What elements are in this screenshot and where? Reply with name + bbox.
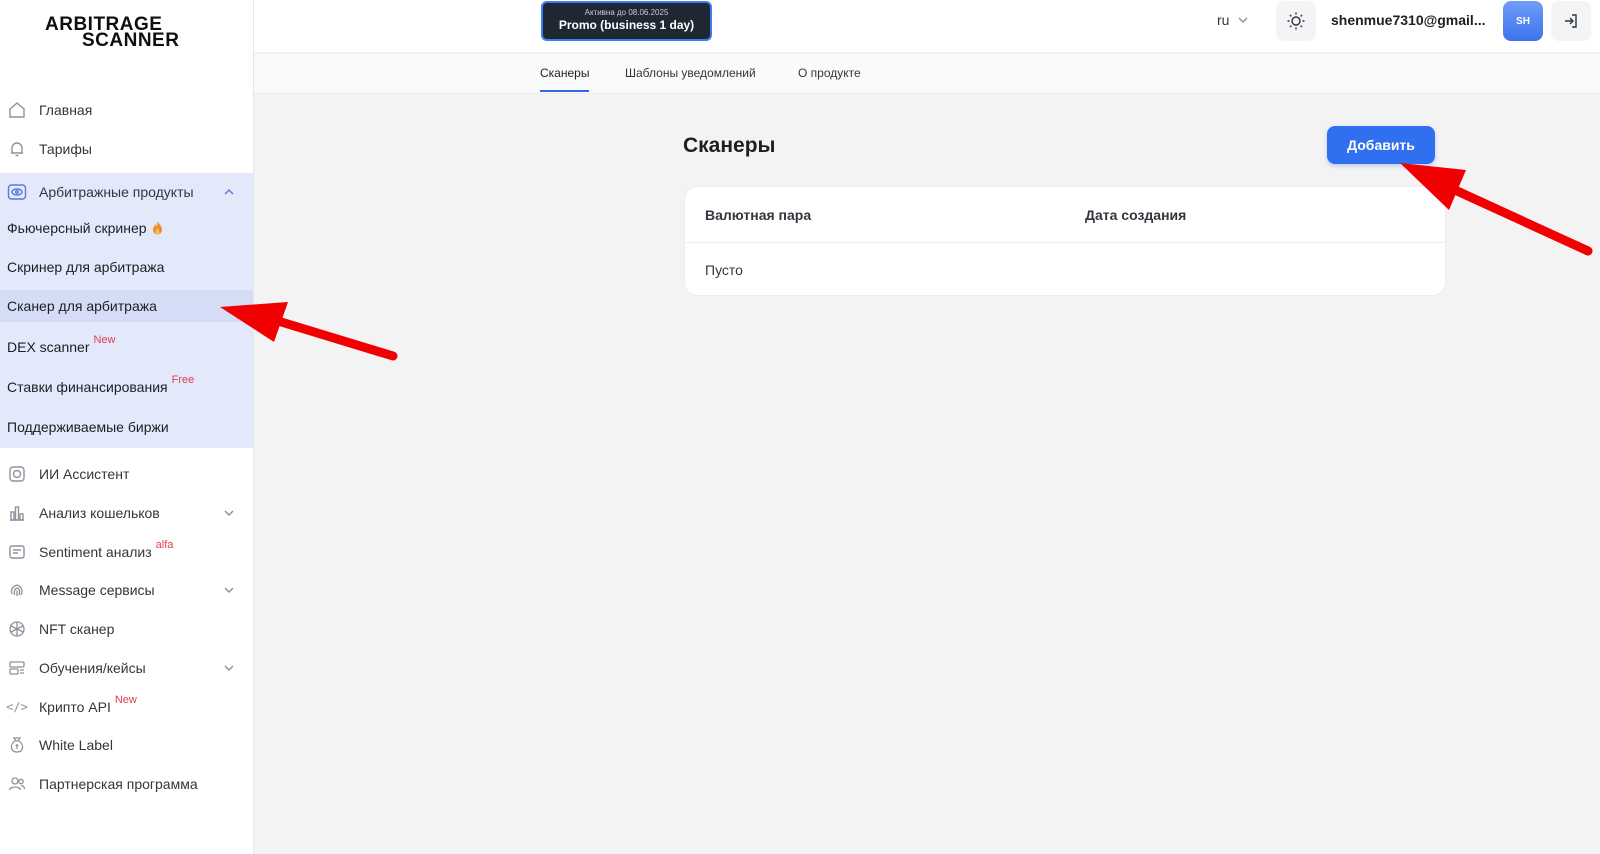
logo-line2: SCANNER bbox=[82, 30, 180, 51]
users-icon bbox=[7, 774, 27, 794]
divider bbox=[685, 242, 1445, 243]
sub-item-label: Сканер для арбитража bbox=[7, 298, 157, 314]
sidebar-item-label: Sentiment анализ bbox=[39, 544, 152, 560]
sidebar-item-wallet-analysis[interactable]: Анализ кошельков bbox=[0, 494, 253, 532]
page-title: Сканеры bbox=[683, 134, 776, 157]
sentiment-icon bbox=[7, 542, 27, 562]
bell-icon bbox=[7, 139, 27, 159]
logout-button[interactable] bbox=[1551, 1, 1591, 41]
promo-expiry: Активна до 08.06.2025 bbox=[584, 8, 669, 17]
sidebar-item-label: Message сервисы bbox=[39, 582, 155, 598]
language-value: ru bbox=[1217, 12, 1230, 28]
sun-icon bbox=[1287, 12, 1305, 30]
sub-item-label: Ставки финансирования bbox=[7, 379, 168, 395]
theme-toggle-button[interactable] bbox=[1276, 1, 1316, 41]
scanners-table: Валютная пара Дата создания Пусто bbox=[684, 186, 1446, 296]
new-badge: New bbox=[114, 694, 137, 706]
user-email[interactable]: shenmue7310@gmail... bbox=[1331, 12, 1486, 28]
column-header-created-date: Дата создания bbox=[1085, 207, 1187, 223]
sidebar-item-label: Крипто API bbox=[39, 699, 111, 715]
sidebar-item-label: ИИ Ассистент bbox=[39, 466, 130, 482]
money-bag-icon bbox=[7, 735, 27, 755]
layout-icon bbox=[7, 658, 27, 678]
sidebar-item-learning[interactable]: Обучения/кейсы bbox=[0, 649, 253, 687]
sub-item-futures-screener[interactable]: Фьючерсный скринер bbox=[0, 212, 253, 244]
sidebar-item-message-services[interactable]: Message сервисы bbox=[0, 571, 253, 609]
column-header-currency-pair: Валютная пара bbox=[705, 207, 812, 223]
sidebar-item-partner-program[interactable]: Партнерская программа bbox=[0, 765, 253, 803]
home-icon bbox=[7, 100, 27, 120]
language-select[interactable]: ru bbox=[1217, 12, 1249, 28]
sidebar-item-crypto-api[interactable]: </> Крипто API New bbox=[0, 688, 253, 726]
sidebar-item-white-label[interactable]: White Label bbox=[0, 726, 253, 764]
sidebar-item-label: Партнерская программа bbox=[39, 776, 198, 792]
sidebar-item-sentiment[interactable]: Sentiment анализ alfa bbox=[0, 533, 253, 571]
sub-item-label: Фьючерсный скринер bbox=[7, 220, 147, 236]
chevron-down-icon bbox=[1238, 17, 1248, 24]
sub-item-dex-scanner[interactable]: DEX scanner New bbox=[0, 331, 253, 363]
add-button[interactable]: Добавить bbox=[1327, 126, 1435, 164]
sub-item-arbitrage-scanner[interactable]: Сканер для арбитража bbox=[0, 290, 253, 322]
alfa-badge: alfa bbox=[155, 539, 174, 551]
promo-plan: Promo (business 1 day) bbox=[558, 18, 695, 32]
chevron-down-icon[interactable] bbox=[223, 506, 235, 522]
sidebar-item-label: Арбитражные продукты bbox=[39, 184, 194, 200]
sidebar-item-label: Обучения/кейсы bbox=[39, 660, 146, 676]
tab-about-product[interactable]: О продукте bbox=[798, 66, 861, 90]
sidebar-item-label: White Label bbox=[39, 737, 113, 753]
code-icon: </> bbox=[6, 700, 28, 714]
new-badge: New bbox=[93, 334, 116, 346]
avatar[interactable]: SH bbox=[1503, 1, 1543, 41]
bar-chart-icon bbox=[7, 503, 27, 523]
sidebar-item-label: Тарифы bbox=[39, 141, 92, 157]
nft-icon bbox=[7, 619, 27, 639]
fingerprint-icon bbox=[7, 580, 27, 600]
sidebar-item-label: Главная bbox=[39, 102, 93, 118]
tab-bar: Сканеры Шаблоны уведомлений О продукте bbox=[254, 54, 1600, 94]
sidebar: ARBITRAGE SCANNER Главная Тарифы Арбитра… bbox=[0, 0, 254, 854]
sub-item-supported-exchanges[interactable]: Поддерживаемые биржи bbox=[0, 411, 253, 443]
sidebar-item-label: NFT сканер bbox=[39, 621, 115, 637]
empty-state-text: Пусто bbox=[705, 262, 743, 278]
sidebar-item-tariffs[interactable]: Тарифы bbox=[0, 130, 253, 168]
eye-icon bbox=[7, 182, 27, 202]
sidebar-item-label: Анализ кошельков bbox=[39, 505, 160, 521]
chevron-down-icon[interactable] bbox=[223, 661, 235, 677]
sub-item-arbitrage-screener[interactable]: Скринер для арбитража bbox=[0, 251, 253, 283]
promo-badge[interactable]: Активна до 08.06.2025 Promo (business 1 … bbox=[541, 1, 712, 41]
sidebar-item-arbitrage-products[interactable]: Арбитражные продукты bbox=[0, 173, 253, 211]
sub-item-label: Скринер для арбитража bbox=[7, 259, 165, 275]
sub-item-label: DEX scanner bbox=[7, 339, 90, 355]
sub-item-label: Поддерживаемые биржи bbox=[7, 419, 169, 435]
tab-scanners[interactable]: Сканеры bbox=[540, 66, 590, 92]
free-badge: Free bbox=[171, 374, 195, 386]
logo[interactable]: ARBITRAGE SCANNER bbox=[45, 14, 205, 54]
chevron-up-icon[interactable] bbox=[223, 185, 235, 201]
sidebar-item-home[interactable]: Главная bbox=[0, 91, 253, 129]
logout-icon bbox=[1565, 14, 1577, 28]
tab-notification-templates[interactable]: Шаблоны уведомлений bbox=[625, 66, 756, 90]
sidebar-item-ai-assistant[interactable]: ИИ Ассистент bbox=[0, 455, 253, 493]
robot-icon bbox=[7, 464, 27, 484]
sidebar-item-nft-scanner[interactable]: NFT сканер bbox=[0, 610, 253, 648]
sub-item-funding-rates[interactable]: Ставки финансирования Free bbox=[0, 371, 253, 403]
top-header: Активна до 08.06.2025 Promo (business 1 … bbox=[254, 0, 1600, 53]
fire-icon bbox=[152, 221, 163, 235]
chevron-down-icon[interactable] bbox=[223, 583, 235, 599]
